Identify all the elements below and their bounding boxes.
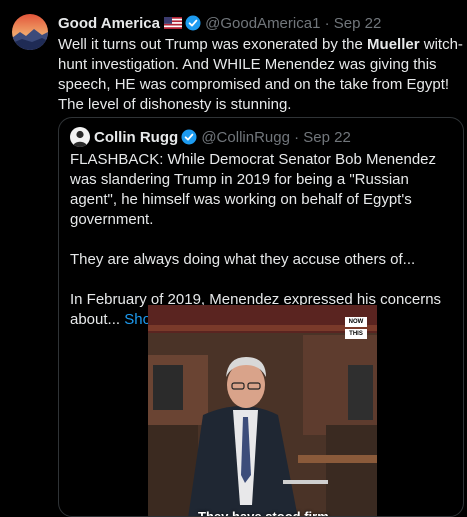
- quoted-paragraph-1: FLASHBACK: While Democrat Senator Bob Me…: [70, 151, 436, 228]
- quoted-author-name[interactable]: Collin Rugg: [94, 129, 178, 146]
- author-name[interactable]: Good America: [58, 15, 160, 32]
- quoted-tweet-date[interactable]: Sep 22: [303, 129, 351, 146]
- quoted-tweet-header: Collin Rugg @CollinRugg · Sep 22: [70, 127, 351, 147]
- badge-line-2: THIS: [345, 329, 367, 339]
- video-thumbnail[interactable]: NOW THIS They have stood firm: [148, 305, 377, 517]
- video-caption: They have stood firm: [198, 509, 329, 517]
- quoted-tweet-text: FLASHBACK: While Democrat Senator Bob Me…: [70, 150, 454, 330]
- author-avatar[interactable]: [12, 14, 48, 50]
- tweet-date[interactable]: Sep 22: [334, 15, 382, 32]
- tweet-header: Good America @GoodAmerica1 · Sep 22: [58, 14, 459, 34]
- tweet-text-bold: Mueller: [367, 36, 420, 53]
- tweet[interactable]: Good America @GoodAmerica1 · Sep 22 Well…: [0, 0, 467, 517]
- quoted-author-handle[interactable]: @CollinRugg: [201, 129, 290, 146]
- tweet-text: Well it turns out Trump was exonerated b…: [58, 35, 463, 115]
- separator-dot: ·: [324, 15, 330, 32]
- verified-badge-icon: [181, 129, 197, 145]
- tweet-text-part1: Well it turns out Trump was exonerated b…: [58, 36, 368, 53]
- video-frame: [148, 305, 377, 516]
- quoted-tweet[interactable]: Collin Rugg @CollinRugg · Sep 22 FLASHBA…: [58, 117, 464, 517]
- badge-line-1: NOW: [345, 317, 367, 327]
- quoted-paragraph-2: They are always doing what they accuse o…: [70, 251, 416, 268]
- separator-dot: ·: [294, 129, 300, 146]
- nowthis-badge: NOW THIS: [345, 317, 367, 341]
- author-handle[interactable]: @GoodAmerica1: [205, 15, 320, 32]
- quoted-author-avatar: [70, 127, 90, 147]
- verified-badge-icon: [185, 15, 201, 31]
- us-flag-icon: [163, 17, 182, 29]
